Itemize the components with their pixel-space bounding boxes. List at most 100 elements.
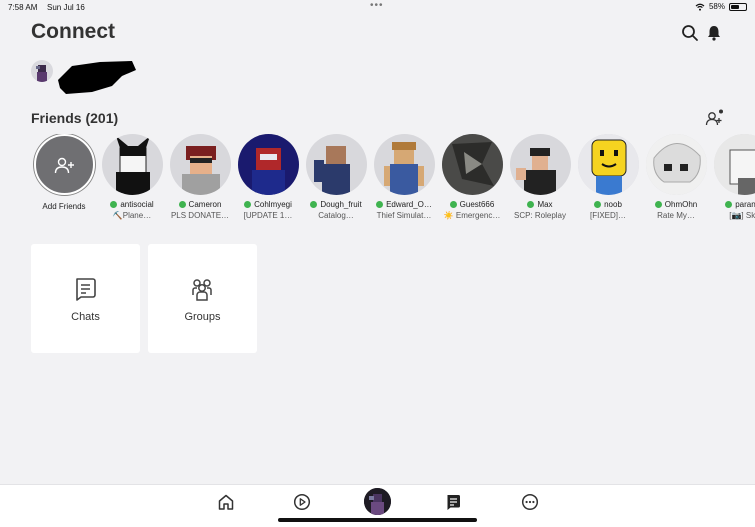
friend-item[interactable]: Dough_fruit Catalog… [302,134,370,220]
online-indicator [376,201,384,208]
online-indicator [110,201,118,208]
friend-name-text: Cohlmyegi [254,200,292,209]
online-indicator [654,201,662,208]
chat-icon[interactable] [444,493,462,511]
friend-name: Max [506,200,574,209]
avatar[interactable] [373,134,435,195]
friend-avatar-image [237,134,299,195]
friend-status: Thief Simulat… [376,211,432,220]
friend-name: noob [574,200,642,209]
online-indicator [244,201,252,208]
friend-avatar-image [383,142,424,195]
avatar[interactable] [645,134,707,195]
battery-icon [729,2,747,11]
battery-percent: 58% [708,2,725,11]
friend-name-text: noob [604,200,622,209]
groups-label: Groups [184,311,221,323]
online-indicator [725,201,733,208]
chat-icon [76,278,96,301]
friend-avatar-image [441,134,503,195]
friend-name: Cameron [166,200,234,209]
friend-name: Edward_O… [370,200,438,209]
friend-item[interactable]: noob [FIXED]… [574,134,642,220]
groups-icon [192,279,212,301]
friend-name-text: OhmOhn [664,200,698,209]
friend-avatar-image [645,134,707,195]
friend-name: Guest666 [438,200,506,209]
online-indicator [449,201,457,208]
page-title: Connect [31,20,115,43]
friend-name-text: antisocial [120,200,154,209]
friend-avatar-image [713,134,755,195]
friends-strip[interactable]: Add Friends antisocial ⛏️Plane… Cameron PLS… [30,134,755,224]
avatar[interactable] [441,134,503,195]
friend-name: antisocial [98,200,166,209]
friend-item[interactable]: Cohlmyegi [UPDATE 1… [234,134,302,220]
add-friends-item[interactable]: Add Friends [30,134,98,211]
friend-name-text: Guest666 [459,200,495,209]
friend-item[interactable]: Cameron PLS DONATE… [166,134,234,220]
avatar[interactable] [305,134,367,195]
status-right: 58% [695,2,747,11]
friend-status: Catalog… [318,211,354,220]
avatar[interactable] [31,60,53,82]
play-icon[interactable] [293,493,311,511]
chats-tile[interactable]: Chats [31,244,140,353]
search-icon[interactable] [681,24,699,42]
friend-status: Rate My… [657,211,695,220]
friend-name: Cohlmyegi [234,200,302,209]
multitasking-dots-icon[interactable]: ••• [370,0,384,11]
chats-label: Chats [71,311,100,323]
battery-fill [731,4,739,9]
friends-title: Friends (201) [31,110,119,126]
add-friends-button[interactable] [33,134,95,195]
friend-status: [UPDATE 1… [243,211,293,220]
profile-row[interactable] [31,60,53,82]
friend-item[interactable]: paranor [📷] Skil [710,134,755,220]
friend-item[interactable]: Guest666 ☀️ Emergenc… [438,134,506,220]
avatar[interactable] [577,134,639,195]
friend-name: Dough_fruit [302,200,370,209]
avatar[interactable] [237,134,299,195]
friend-name-text: Edward_O… [386,200,432,209]
bell-icon[interactable] [705,24,723,42]
friend-status: SCP: Roleplay [513,211,567,220]
online-indicator [310,201,318,208]
avatar[interactable] [509,134,571,195]
add-person-icon [54,157,74,173]
friend-avatar-image [181,146,220,195]
add-friends-label: Add Friends [42,202,86,211]
add-friend-icon[interactable] [705,109,723,127]
friend-status: ☀️ Emergenc… [443,211,501,220]
status-bar: 7:58 AM Sun Jul 16 ••• 58% [0,0,755,14]
friend-name-text: Cameron [188,200,222,209]
avatar[interactable] [169,134,231,195]
online-indicator [594,201,602,208]
friend-name-text: Max [537,200,553,209]
avatar[interactable] [101,134,163,195]
status-date: Sun Jul 16 [47,3,85,12]
friend-status: PLS DONATE… [170,211,230,220]
friend-item[interactable]: Edward_O… Thief Simulat… [370,134,438,220]
friend-status: [FIXED]… [589,211,626,220]
profile-avatar-image [36,65,47,82]
wifi-icon [695,3,705,11]
more-icon[interactable] [521,493,539,511]
friend-name: paranor [710,200,755,209]
friend-name: OhmOhn [642,200,710,209]
groups-tile[interactable]: Groups [148,244,257,353]
home-indicator[interactable] [278,518,477,522]
avatar[interactable] [713,134,755,195]
friend-item[interactable]: Max SCP: Roleplay [506,134,574,220]
friend-name-text: Dough_fruit [320,200,362,209]
friend-name-text: paranor [735,200,755,209]
home-icon[interactable] [217,493,235,511]
friend-avatar-image [313,146,350,195]
friend-item[interactable]: OhmOhn Rate My… [642,134,710,220]
avatar[interactable] [364,488,391,515]
nav-avatar-image [364,488,391,515]
friend-status: [📷] Skil [729,211,755,220]
friend-item[interactable]: antisocial ⛏️Plane… [98,134,166,220]
redacted-username [58,61,136,94]
friend-avatar-image [115,136,150,195]
